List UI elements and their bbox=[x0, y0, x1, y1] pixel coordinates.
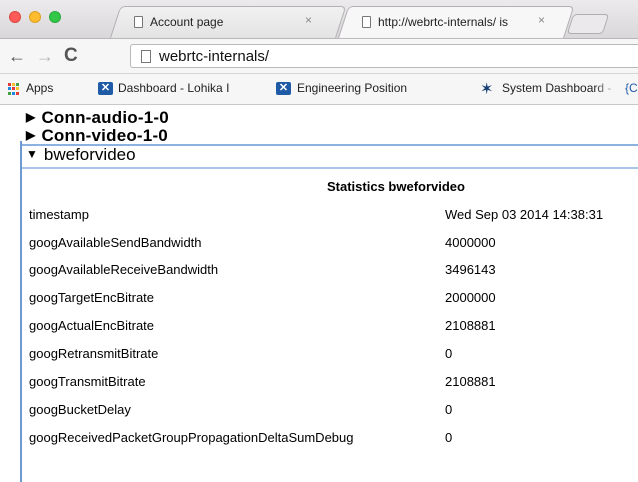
section-label: Conn-video-1-0 bbox=[41, 126, 168, 145]
stat-value: 0 bbox=[445, 402, 453, 417]
stat-key: googAvailableSendBandwidth bbox=[29, 235, 202, 250]
page-icon bbox=[134, 16, 143, 28]
section-divider bbox=[20, 167, 638, 169]
stat-value: 2108881 bbox=[445, 374, 496, 389]
address-bar[interactable]: webrtc-internals/ bbox=[130, 44, 638, 68]
stat-key: googReceivedPacketGroupPropagationDeltaS… bbox=[29, 430, 354, 445]
page-icon bbox=[362, 16, 371, 28]
stat-key: timestamp bbox=[29, 207, 89, 222]
tab-webrtc-internals[interactable]: http://webrtc-internals/ is × bbox=[338, 6, 575, 38]
stat-key: googActualEncBitrate bbox=[29, 318, 155, 333]
tab-title: Account page bbox=[150, 15, 224, 29]
stat-key: googTransmitBitrate bbox=[29, 374, 146, 389]
stat-key: googAvailableReceiveBandwidth bbox=[29, 262, 219, 277]
expand-triangle-icon: ▶ bbox=[26, 110, 36, 124]
tab-close-icon[interactable]: × bbox=[538, 13, 545, 27]
stat-key: googTargetEncBitrate bbox=[29, 290, 155, 305]
jira-star-icon: ✶ bbox=[480, 81, 494, 98]
tab-close-icon[interactable]: × bbox=[305, 13, 312, 27]
stats-table-title: Statistics bweforvideo bbox=[327, 179, 465, 194]
forward-arrow-icon[interactable]: → bbox=[36, 46, 54, 67]
page-icon bbox=[141, 50, 151, 63]
section-label: bweforvideo bbox=[43, 145, 136, 164]
section-bweforvideo[interactable]: ▼ bweforvideo bbox=[26, 145, 136, 165]
x-logo-icon: ✕ bbox=[98, 82, 113, 95]
apps-grid-icon[interactable] bbox=[8, 83, 20, 95]
stat-value: Wed Sep 03 2014 14:38:31 bbox=[445, 207, 604, 222]
minimize-window-button[interactable] bbox=[29, 11, 41, 23]
bookmark-system-dashboard[interactable]: System Dashboard - bbox=[502, 81, 617, 95]
stat-value: 2108881 bbox=[445, 318, 496, 333]
bookmark-apps[interactable]: Apps bbox=[26, 81, 53, 95]
back-arrow-icon[interactable]: ← bbox=[8, 46, 26, 67]
window-titlebar: Account page × http://webrtc-internals/ … bbox=[0, 0, 638, 39]
section-conn-audio[interactable]: ▶ Conn-audio-1-0 bbox=[26, 108, 169, 128]
tab-account-page[interactable]: Account page × bbox=[110, 6, 347, 38]
address-bar-url: webrtc-internals/ bbox=[159, 48, 270, 65]
stat-value: 0 bbox=[445, 346, 453, 361]
stat-value: 3496143 bbox=[445, 262, 496, 277]
new-tab-button[interactable] bbox=[566, 14, 610, 34]
section-conn-video[interactable]: ▶ Conn-video-1-0 bbox=[26, 126, 168, 146]
bookmarks-bar: Apps ✕ Dashboard - Lohika I ✕ Engineerin… bbox=[0, 74, 638, 105]
bookmark-dashboard-lohika[interactable]: Dashboard - Lohika I bbox=[118, 81, 258, 95]
zoom-window-button[interactable] bbox=[49, 11, 61, 23]
stat-key: googBucketDelay bbox=[29, 402, 131, 417]
bookmark-overflow[interactable]: {C bbox=[625, 81, 638, 95]
page-content: ▶ Conn-audio-1-0 ▶ Conn-video-1-0 ▼ bweforv… bbox=[0, 105, 638, 482]
stat-value: 4000000 bbox=[445, 235, 496, 250]
stat-value: 0 bbox=[445, 430, 453, 445]
browser-toolbar: ← → C webrtc-internals/ bbox=[0, 39, 638, 74]
bookmark-engineering-position[interactable]: Engineering Position bbox=[297, 81, 437, 95]
reload-icon[interactable]: C bbox=[64, 45, 78, 67]
stat-key: googRetransmitBitrate bbox=[29, 346, 159, 361]
tab-title: http://webrtc-internals/ is bbox=[378, 15, 509, 29]
left-border bbox=[20, 141, 22, 482]
expand-triangle-icon: ▶ bbox=[26, 128, 36, 142]
collapse-triangle-icon: ▼ bbox=[26, 147, 38, 161]
close-window-button[interactable] bbox=[9, 11, 21, 23]
stat-value: 2000000 bbox=[445, 290, 496, 305]
x-logo-icon: ✕ bbox=[276, 82, 291, 95]
section-label: Conn-audio-1-0 bbox=[41, 108, 169, 127]
